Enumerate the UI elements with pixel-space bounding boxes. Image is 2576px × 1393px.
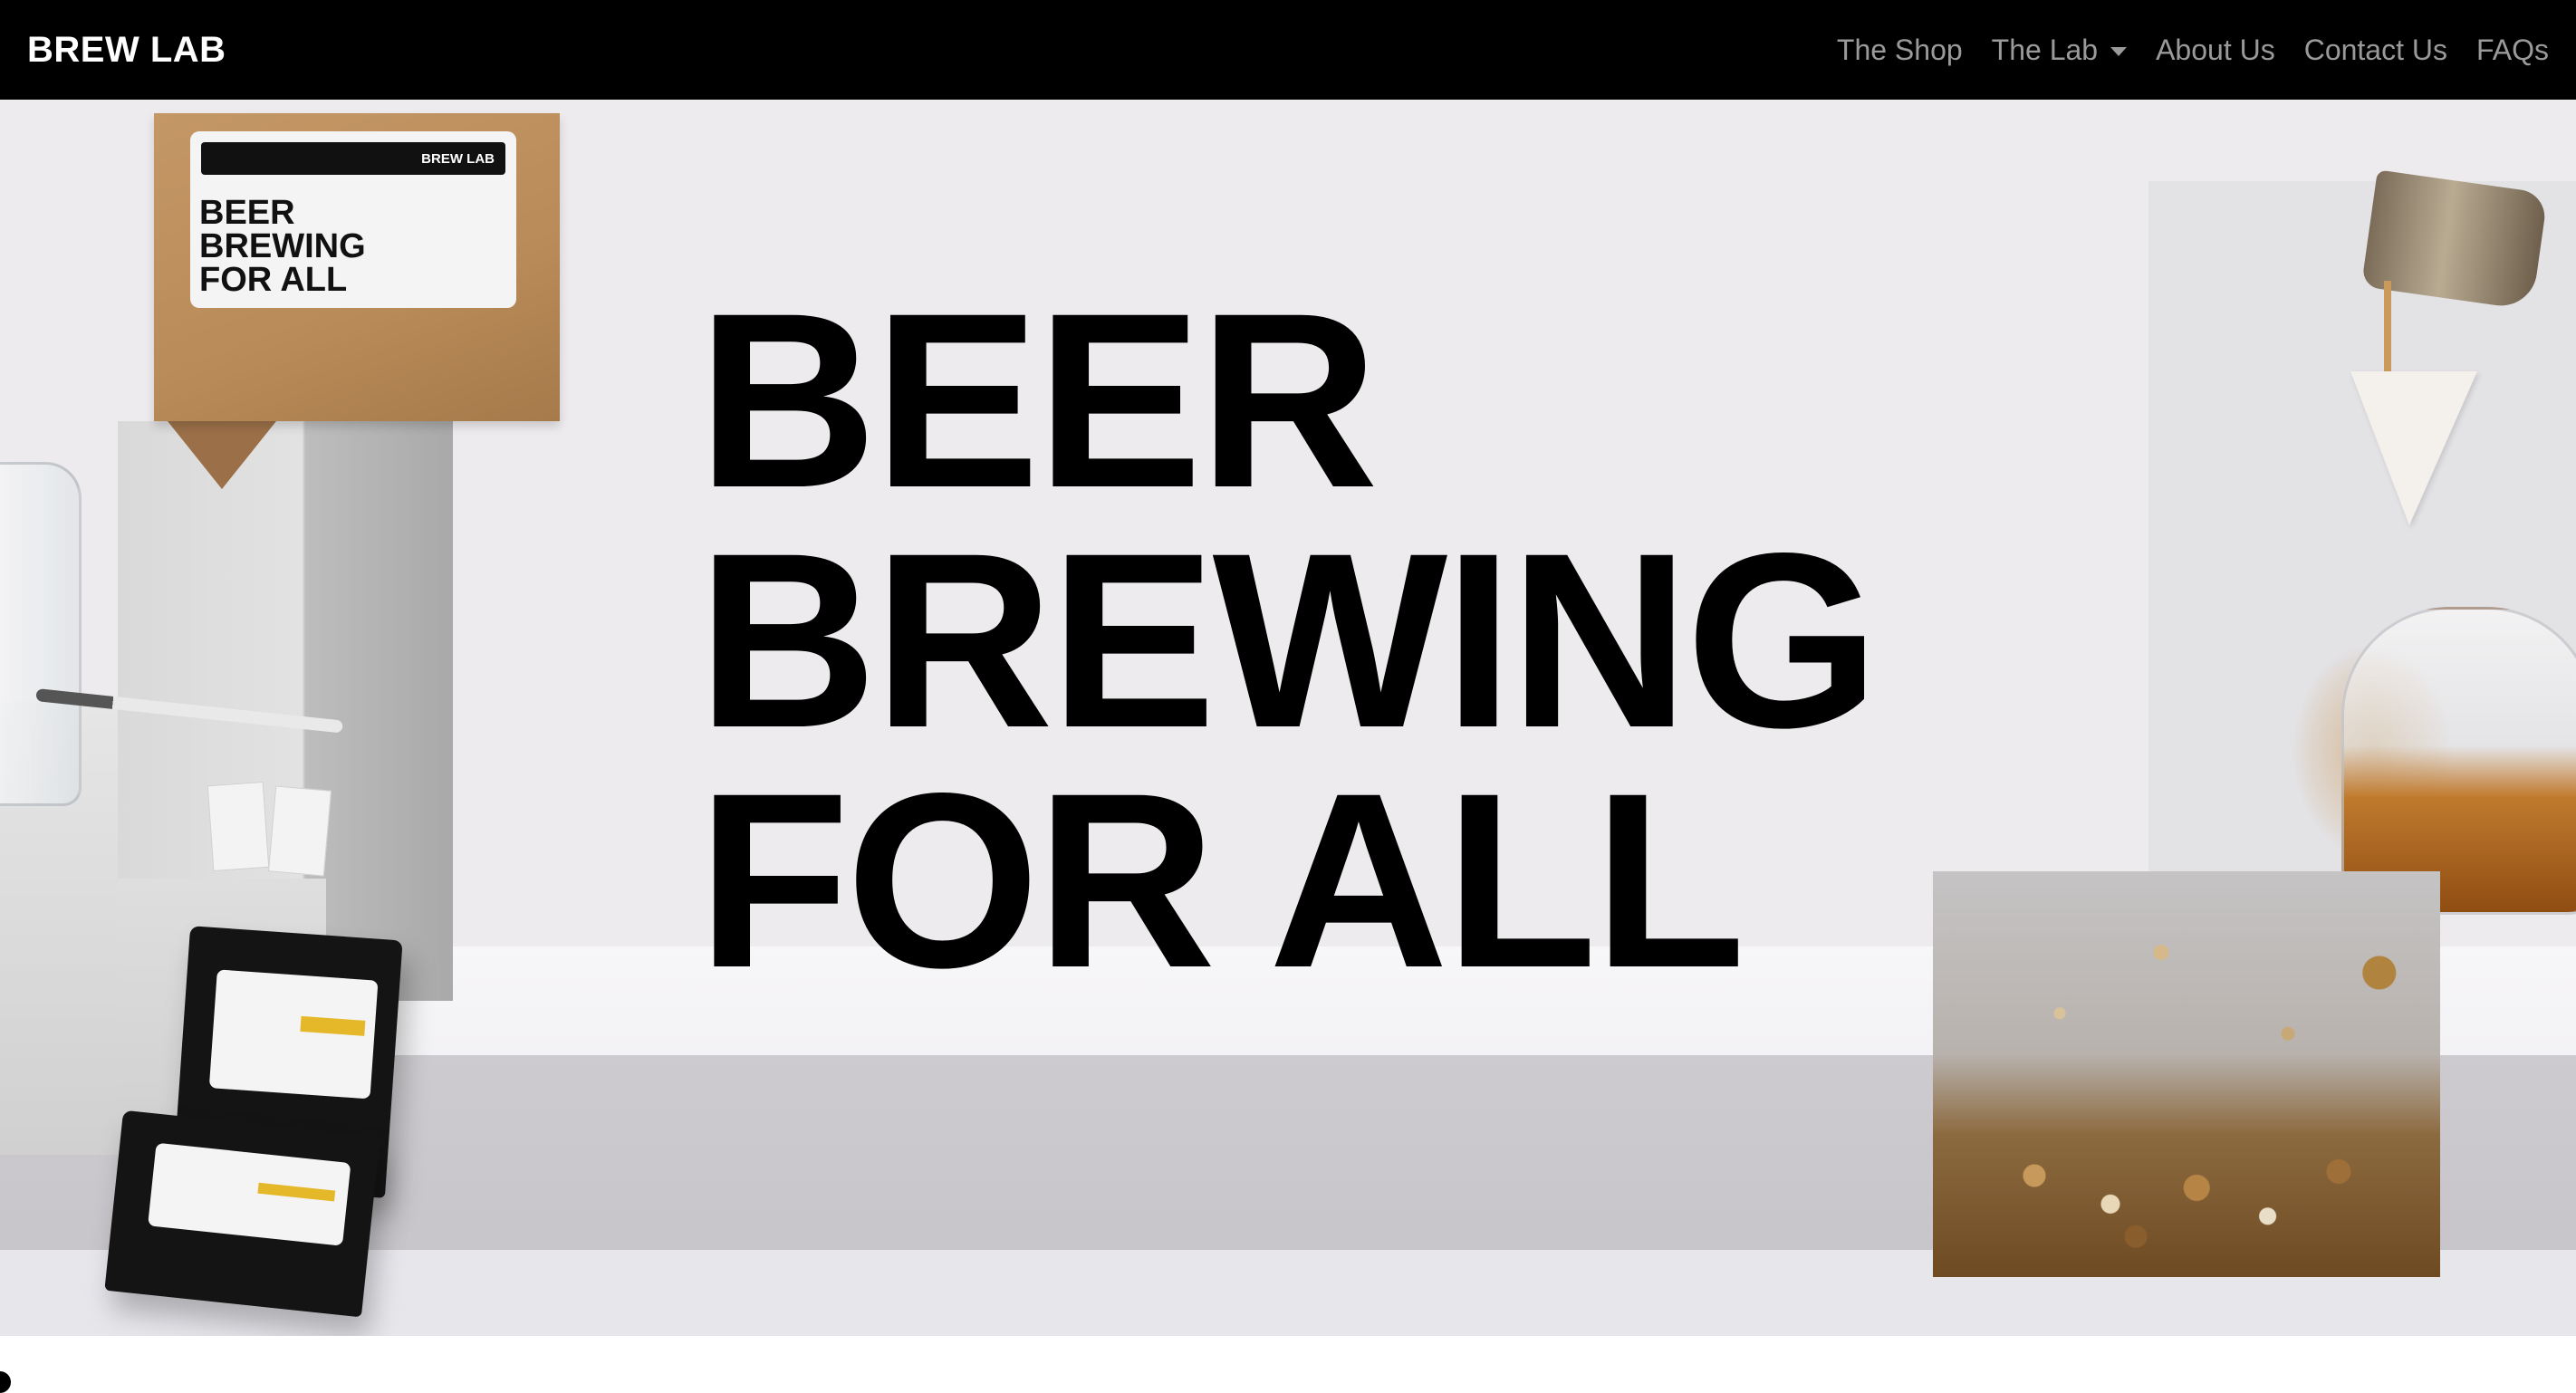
box-label-line: FOR ALL	[199, 261, 348, 299]
box-label-line: BREWING	[199, 227, 366, 265]
headline-line-2: BREWING	[697, 502, 1879, 780]
nav-link-contact-us[interactable]: Contact Us	[2304, 34, 2447, 67]
nav-link-faqs[interactable]: FAQs	[2476, 34, 2549, 67]
headline-line-1: BEER	[697, 262, 1379, 540]
box-label: BREW LAB BEER BREWING FOR ALL	[190, 131, 516, 308]
top-navbar: BREW LAB The Shop The Lab About Us Conta…	[0, 0, 2576, 100]
ingredient-sachet	[207, 781, 270, 872]
malt-grain-photo	[1933, 871, 2440, 1277]
hero-banner: BREW LAB BEER BREWING FOR ALL BEER BREWI…	[0, 100, 2576, 1336]
funnel-image	[2350, 371, 2477, 525]
headline-line-3: FOR ALL	[697, 742, 1745, 1020]
nav-links: The Shop The Lab About Us Contact Us FAQ…	[1837, 34, 2549, 67]
box-label-text: BEER BREWING FOR ALL	[199, 194, 516, 299]
brew-kit-box-image: BREW LAB BEER BREWING FOR ALL	[154, 113, 560, 421]
nav-link-the-shop[interactable]: The Shop	[1837, 34, 1963, 67]
brand-logo[interactable]: BREW LAB	[27, 30, 226, 71]
ingredient-sachet	[267, 785, 332, 877]
pour-stream	[2384, 281, 2391, 380]
box-label-line: BEER	[199, 194, 295, 232]
hero-headline: BEER BREWING FOR ALL	[697, 262, 2056, 1020]
caret-down-icon	[2110, 47, 2128, 56]
pillar-notch-shadow	[168, 421, 276, 489]
ingredient-pouch-image	[104, 1110, 380, 1318]
fermenter-jug-image	[2341, 607, 2576, 915]
nav-dropdown-the-lab[interactable]: The Lab	[1991, 33, 2128, 67]
nav-dropdown-the-lab-label: The Lab	[1991, 33, 2099, 66]
glass-flask-image	[0, 462, 82, 806]
box-label-brand: BREW LAB	[201, 142, 505, 175]
nav-link-about-us[interactable]: About Us	[2156, 34, 2275, 67]
page-bottom-strip	[0, 1336, 2576, 1389]
